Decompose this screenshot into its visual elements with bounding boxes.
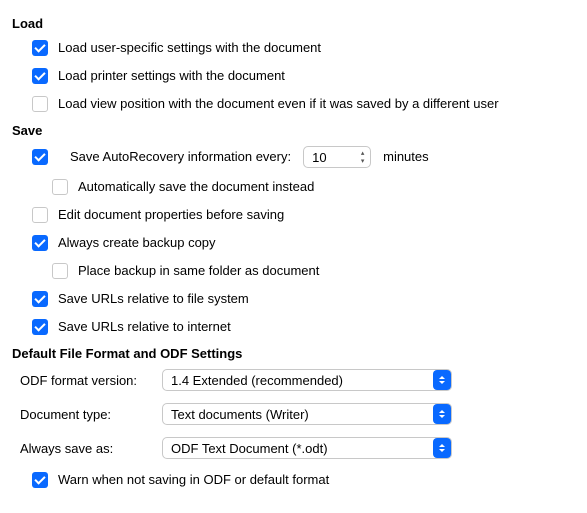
- select-document-type[interactable]: Text documents (Writer): [162, 403, 452, 425]
- checkbox-backup-copy[interactable]: [32, 235, 48, 251]
- checkbox-auto-save-instead[interactable]: [52, 179, 68, 195]
- checkbox-edit-props[interactable]: [32, 207, 48, 223]
- section-header-load: Load: [12, 16, 575, 31]
- label-backup-same-folder: Place backup in same folder as document: [78, 263, 319, 279]
- label-always-save-as: Always save as:: [12, 441, 162, 456]
- label-edit-props: Edit document properties before saving: [58, 207, 284, 223]
- checkbox-urls-internet[interactable]: [32, 319, 48, 335]
- label-document-type: Document type:: [12, 407, 162, 422]
- label-urls-internet: Save URLs relative to internet: [58, 319, 231, 335]
- label-load-user-settings: Load user-specific settings with the doc…: [58, 40, 321, 56]
- label-load-printer-settings: Load printer settings with the document: [58, 68, 285, 84]
- label-odf-version: ODF format version:: [12, 373, 162, 388]
- label-warn-non-odf: Warn when not saving in ODF or default f…: [58, 472, 329, 488]
- checkbox-warn-non-odf[interactable]: [32, 472, 48, 488]
- checkbox-autorecovery[interactable]: [32, 149, 48, 165]
- checkbox-backup-same-folder[interactable]: [52, 263, 68, 279]
- spinner-up-icon[interactable]: ▴: [356, 149, 369, 157]
- label-autorecovery-prefix: Save AutoRecovery information every:: [70, 149, 291, 165]
- label-load-view-position: Load view position with the document eve…: [58, 96, 499, 112]
- checkbox-load-user-settings[interactable]: [32, 40, 48, 56]
- spinner-down-icon[interactable]: ▾: [356, 157, 369, 165]
- label-autorecovery-suffix: minutes: [383, 149, 429, 165]
- label-urls-filesystem: Save URLs relative to file system: [58, 291, 249, 307]
- section-header-save: Save: [12, 123, 575, 138]
- checkbox-urls-filesystem[interactable]: [32, 291, 48, 307]
- label-backup-copy: Always create backup copy: [58, 235, 216, 251]
- section-header-format: Default File Format and ODF Settings: [12, 346, 575, 361]
- label-auto-save-instead: Automatically save the document instead: [78, 179, 314, 195]
- select-odf-version[interactable]: 1.4 Extended (recommended): [162, 369, 452, 391]
- checkbox-load-view-position[interactable]: [32, 96, 48, 112]
- select-always-save-as[interactable]: ODF Text Document (*.odt): [162, 437, 452, 459]
- checkbox-load-printer-settings[interactable]: [32, 68, 48, 84]
